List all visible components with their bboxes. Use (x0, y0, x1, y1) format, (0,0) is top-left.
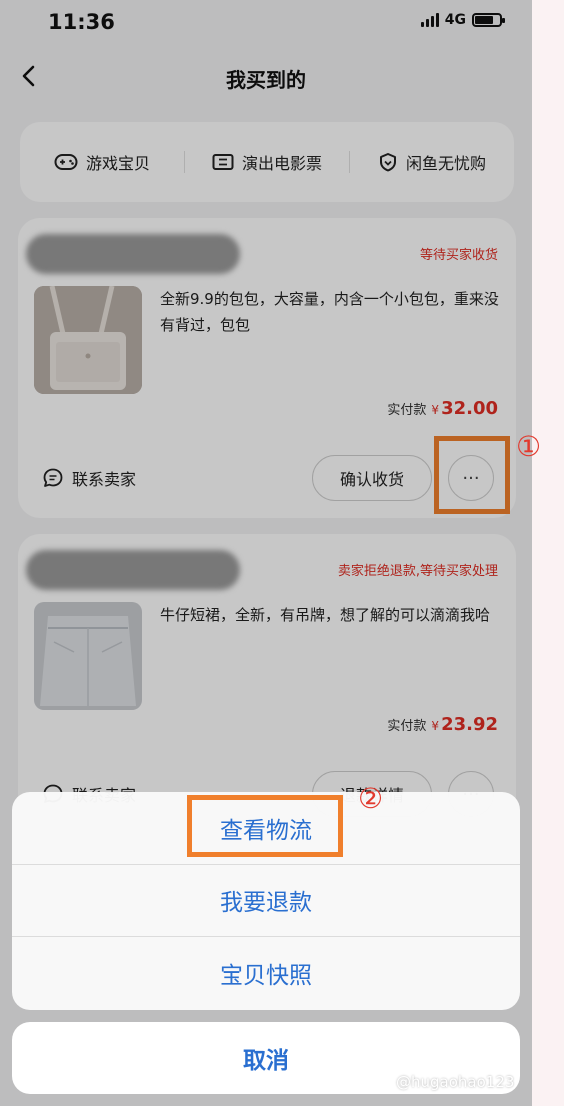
annotation-step-2: ② (358, 782, 384, 815)
annotation-step-1: ① (516, 430, 542, 463)
watermark: @hugaohao123 (396, 1073, 515, 1091)
highlight-box-logistics (187, 795, 343, 857)
item-snapshot-option[interactable]: 宝贝快照 (12, 937, 520, 1010)
request-refund-option[interactable]: 我要退款 (12, 865, 520, 938)
phone-screen: 11:36 4G 我买到的 游戏宝贝 演出电影票 闲鱼无忧购 等待买家收货 全新… (0, 0, 532, 1106)
background-strip (532, 0, 564, 1106)
